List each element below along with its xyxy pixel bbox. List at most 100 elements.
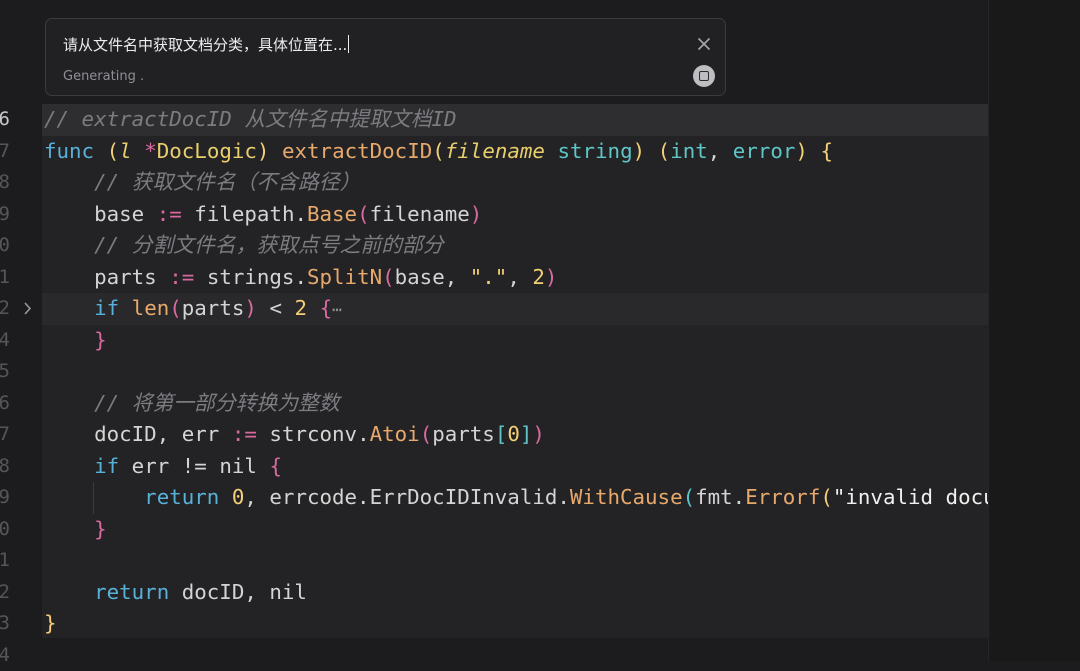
chevron-right-icon[interactable] [20,293,36,325]
keyword: return [94,580,169,604]
line-number: 3 [0,608,10,640]
type-name: int [670,139,708,163]
code-line: func (l *DocLogic) extractDocID(filename… [44,136,833,168]
code-line: // 获取文件名（不含路径） [44,167,360,199]
number-literal: 2 [295,296,308,320]
keyword: return [144,485,219,509]
punctuation: , [507,265,532,289]
operator: := [232,422,257,446]
identifier: base, [395,265,470,289]
brace: } [94,328,107,352]
paren: ( [658,139,671,163]
stop-icon [699,71,709,81]
number-literal: 0 [232,485,245,509]
brace: } [44,611,57,635]
inline-prompt-box[interactable]: 请从文件名中获取文档分类，具体位置在... Generating . [45,18,726,96]
type-name: string [557,139,632,163]
operator: * [144,139,157,163]
code-line-folded[interactable]: if len(parts) < 2 {⋯ [44,293,342,325]
keyword: if [94,454,119,478]
bracket: ] [520,422,533,446]
code-editor[interactable]: 6 7 8 9 0 1 2 4 5 6 7 8 9 0 1 2 3 4 // e… [0,0,988,661]
paren: ) [244,296,257,320]
line-number: 6 [0,104,10,136]
paren: ) [470,202,483,226]
number-literal: 2 [532,265,545,289]
brace: } [94,517,107,541]
paren: ) [257,139,270,163]
function-call: len [132,296,170,320]
string-literal: "." [470,265,508,289]
prompt-input[interactable]: 请从文件名中获取文档分类，具体位置在... [63,34,349,55]
identifier: filepath. [194,202,307,226]
comment: // 分割文件名，获取点号之前的部分 [94,233,444,257]
line-number: 9 [0,482,10,514]
code-line: docID, err := strconv.Atoi(parts[0]) [44,419,545,451]
function-call: Base [307,202,357,226]
keyword: if [94,296,119,320]
prompt-input-text: 请从文件名中获取文档分类，具体位置在... [63,36,347,54]
paren: ) [532,422,545,446]
identifier: parts [94,265,157,289]
paren: ) [795,139,808,163]
line-number: 5 [0,356,10,388]
line-number: 1 [0,262,10,294]
code-line: return docID, nil [44,577,307,609]
operator: := [169,265,194,289]
identifier: err [132,454,170,478]
brace: { [320,296,333,320]
code-line: return 0, errcode.ErrDocIDInvalid.WithCa… [44,482,1008,514]
type-name: DocLogic [157,139,257,163]
paren: ( [107,139,120,163]
identifier: parts [182,296,245,320]
paren: ( [382,265,395,289]
receiver: l [119,139,132,163]
bracket: [ [495,422,508,446]
code-line: // 分割文件名，获取点号之前的部分 [44,230,444,262]
paren: ( [820,485,833,509]
string-literal: "invalid docum [833,485,1008,509]
function-call: WithCause [570,485,683,509]
code-line: } [44,325,107,357]
brace: { [269,454,282,478]
brace: { [820,139,833,163]
function-call: SplitN [307,265,382,289]
paren: ( [432,139,445,163]
identifier: filename [370,202,470,226]
paren: ) [545,265,558,289]
line-number: 7 [0,419,10,451]
paren: ( [357,202,370,226]
line-number: 2 [0,577,10,609]
code-line: } [44,514,107,546]
code-line: } [44,608,57,640]
identifier: strconv. [269,422,369,446]
paren: ( [420,422,433,446]
punctuation: , [244,485,269,509]
paren: ( [169,296,182,320]
punctuation: , [708,139,733,163]
identifier: docID, err [94,422,219,446]
text-caret [348,35,349,53]
identifier: base [94,202,144,226]
status-dots: . [140,69,144,84]
line-number: 2 [0,293,10,325]
line-number: 1 [0,545,10,577]
code-line: if err != nil { [44,451,282,483]
code-line: // extractDocID 从文件名中提取文档ID [44,104,457,136]
line-number: 0 [0,230,10,262]
paren: ) [633,139,646,163]
type-name: error [733,139,796,163]
line-number: 6 [0,388,10,420]
code-line: // 将第一部分转换为整数 [44,388,340,420]
line-number: 4 [0,640,10,671]
function-name: extractDocID [282,139,432,163]
line-number: 8 [0,451,10,483]
close-icon[interactable] [694,34,714,54]
line-number: 7 [0,136,10,168]
operator: < [269,296,282,320]
folded-ellipsis-icon[interactable]: ⋯ [332,300,342,319]
stop-button[interactable] [693,65,715,87]
parameter: filename [445,139,545,163]
operator: != [182,454,207,478]
operator: := [157,202,182,226]
